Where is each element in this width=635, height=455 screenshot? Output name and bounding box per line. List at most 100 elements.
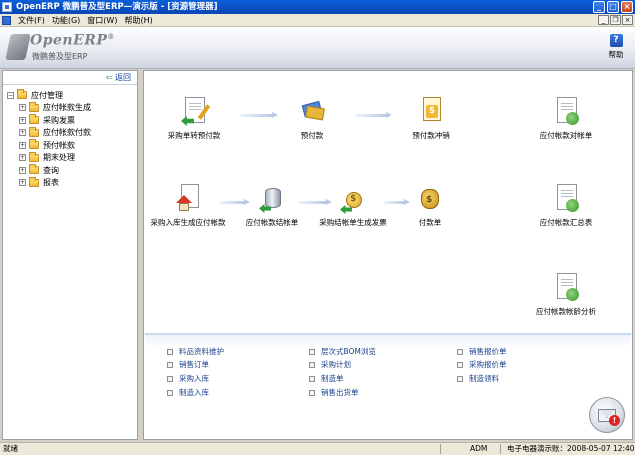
quick-link-purchase-receipt[interactable]: 采购入库 [167,373,209,384]
link-bullet-icon [309,375,315,382]
node-prepayment-offset[interactable]: $ 预付款冲销 [406,97,456,141]
back-link[interactable]: ⇦ 返回 [3,71,137,85]
expand-icon[interactable]: + [19,179,26,187]
message-button[interactable]: ! [589,397,625,433]
node-payables-settlement[interactable]: 应付帐款结帐单 [238,184,306,228]
mdi-controls: _ ❐ × [598,15,633,25]
document-report-icon [553,184,579,214]
mdi-restore-button[interactable]: ❐ [610,15,621,25]
quick-link-sales-quote[interactable]: 销售报价单 [457,346,507,357]
tree-item-payables-generate[interactable]: + 应付帐款生成 [7,101,137,115]
expand-icon[interactable]: + [19,129,26,137]
menu-window[interactable]: 窗口(W) [87,15,117,26]
quick-link-bom-browse[interactable]: 层次式BOM浏览 [309,346,376,357]
flow-arrow [356,112,392,118]
alert-icon: ! [609,415,620,426]
expand-icon[interactable]: + [19,141,26,149]
folder-icon [29,164,39,175]
node-payables-summary[interactable]: 应付帐款汇总表 [532,184,600,228]
tree-item-label: 应付帐款生成 [43,103,91,113]
flow-arrow [240,112,278,118]
document-report-icon [553,97,579,127]
link-bullet-icon [167,348,173,355]
maximize-button[interactable]: □ [607,1,619,13]
tree-item-label: 查询 [43,165,59,175]
tree-item-label: 期末处理 [43,153,75,163]
link-bullet-icon [167,361,173,368]
node-label: 应付帐款帐龄分析 [536,307,596,316]
quick-link-purchase-plan[interactable]: 采购计划 [309,359,351,370]
money-document-icon: $ [418,97,444,127]
close-button[interactable]: × [621,1,633,13]
window-title: OpenERP 微鹏普及型ERP—演示版 - [资源管理器] [16,2,218,12]
link-bullet-icon [457,375,463,382]
menu-file[interactable]: 文件(F) [18,15,45,26]
node-payment-voucher[interactable]: $ 付款单 [410,184,450,228]
link-bullet-icon [457,348,463,355]
status-bar: 就绪 ADM 电子电器演示账：2008-05-07 12:40:40 [0,442,635,455]
tree-item-label: 采购发票 [43,115,75,125]
quick-links-area: 料品资料维护 销售订单 采购入库 制造入库 层次式BOM浏览 采购计划 制造单 … [145,333,631,439]
tree-item-period-end[interactable]: + 期末处理 [7,151,137,165]
quick-link-material-issue[interactable]: 制造领料 [457,373,499,384]
header-banner: OpenERP® 微鹏普及型ERP ? 帮助 [0,27,635,69]
status-datetime: 电子电器演示账：2008-05-07 12:40:40 [507,444,635,453]
node-payables-statement[interactable]: 应付帐款对帐单 [532,97,600,141]
node-label: 采购结帐单生成发票 [319,218,387,227]
node-label: 应付帐款结帐单 [245,218,299,227]
node-label: 采购单转预付款 [167,131,221,140]
node-label: 采购入库生成应付帐款 [150,218,226,227]
window-controls: _ □ × [593,1,633,13]
node-receipt-to-payables[interactable]: 采购入库生成应付帐款 [148,184,228,228]
help-button[interactable]: ? 帮助 [603,34,629,60]
tree-item-purchase-invoice[interactable]: + 采购发票 [7,114,137,127]
node-prepayment[interactable]: 预付款 [290,97,334,141]
tree-item-payables-payment[interactable]: + 应付帐款付款 [7,126,137,140]
node-purchase-to-prepayment[interactable]: 采购单转预付款 [156,97,232,141]
menu-app-icon[interactable] [2,15,11,25]
quick-link-purchase-quote[interactable]: 采购报价单 [457,359,507,370]
node-settlement-to-invoice[interactable]: $ 采购结帐单生成发票 [314,184,392,228]
link-bullet-icon [167,389,173,396]
expand-icon[interactable]: + [19,104,26,112]
folder-icon [29,139,39,150]
logo-subtitle: 微鹏普及型ERP [32,52,88,61]
expand-icon[interactable]: + [19,154,26,162]
database-icon [259,184,285,214]
tree-item-prepayment[interactable]: + 预付帐款 [7,139,137,152]
quick-link-sales-order[interactable]: 销售订单 [167,359,209,370]
tree-root-label: 应付管理 [31,90,63,100]
help-icon: ? [609,34,623,47]
logo-mark-icon [5,34,31,60]
expand-icon[interactable]: + [19,166,26,174]
menu-help[interactable]: 帮助(H) [124,15,152,26]
quick-link-item-master[interactable]: 料品资料维护 [167,346,224,357]
app-icon [2,2,12,12]
collapse-icon[interactable]: − [7,91,14,99]
quick-link-production-receipt[interactable]: 制造入库 [167,387,209,398]
status-text: 就绪 [3,444,18,453]
flow-arrow [384,199,410,205]
menu-function[interactable]: 功能(G) [52,15,80,26]
expand-icon[interactable]: + [19,116,26,124]
node-label: 付款单 [418,218,442,227]
navigation-panel: ⇦ 返回 − 应付管理 + 应付帐款生成 + 采购发票 + 应付帐款付款 + 预… [2,70,138,440]
tree-root[interactable]: − 应付管理 [7,89,137,102]
tree-item-label: 预付帐款 [43,140,75,150]
mdi-close-button[interactable]: × [622,15,633,25]
tree-item-query[interactable]: + 查询 [7,164,137,177]
link-bullet-icon [309,361,315,368]
folder-open-icon [17,89,27,100]
tree-item-reports[interactable]: + 报表 [7,176,137,190]
quick-link-work-order[interactable]: 制造单 [309,373,344,384]
link-bullet-icon [309,348,315,355]
tree-item-label: 报表 [43,178,59,188]
status-user: ADM [470,444,488,453]
mdi-minimize-button[interactable]: _ [598,15,609,25]
cards-icon [299,97,325,127]
status-divider [500,444,501,454]
coins-icon: $ [340,184,366,214]
quick-link-sales-shipment[interactable]: 销售出货单 [309,387,359,398]
node-payables-aging[interactable]: 应付帐款帐龄分析 [528,273,604,317]
minimize-button[interactable]: _ [593,1,605,13]
